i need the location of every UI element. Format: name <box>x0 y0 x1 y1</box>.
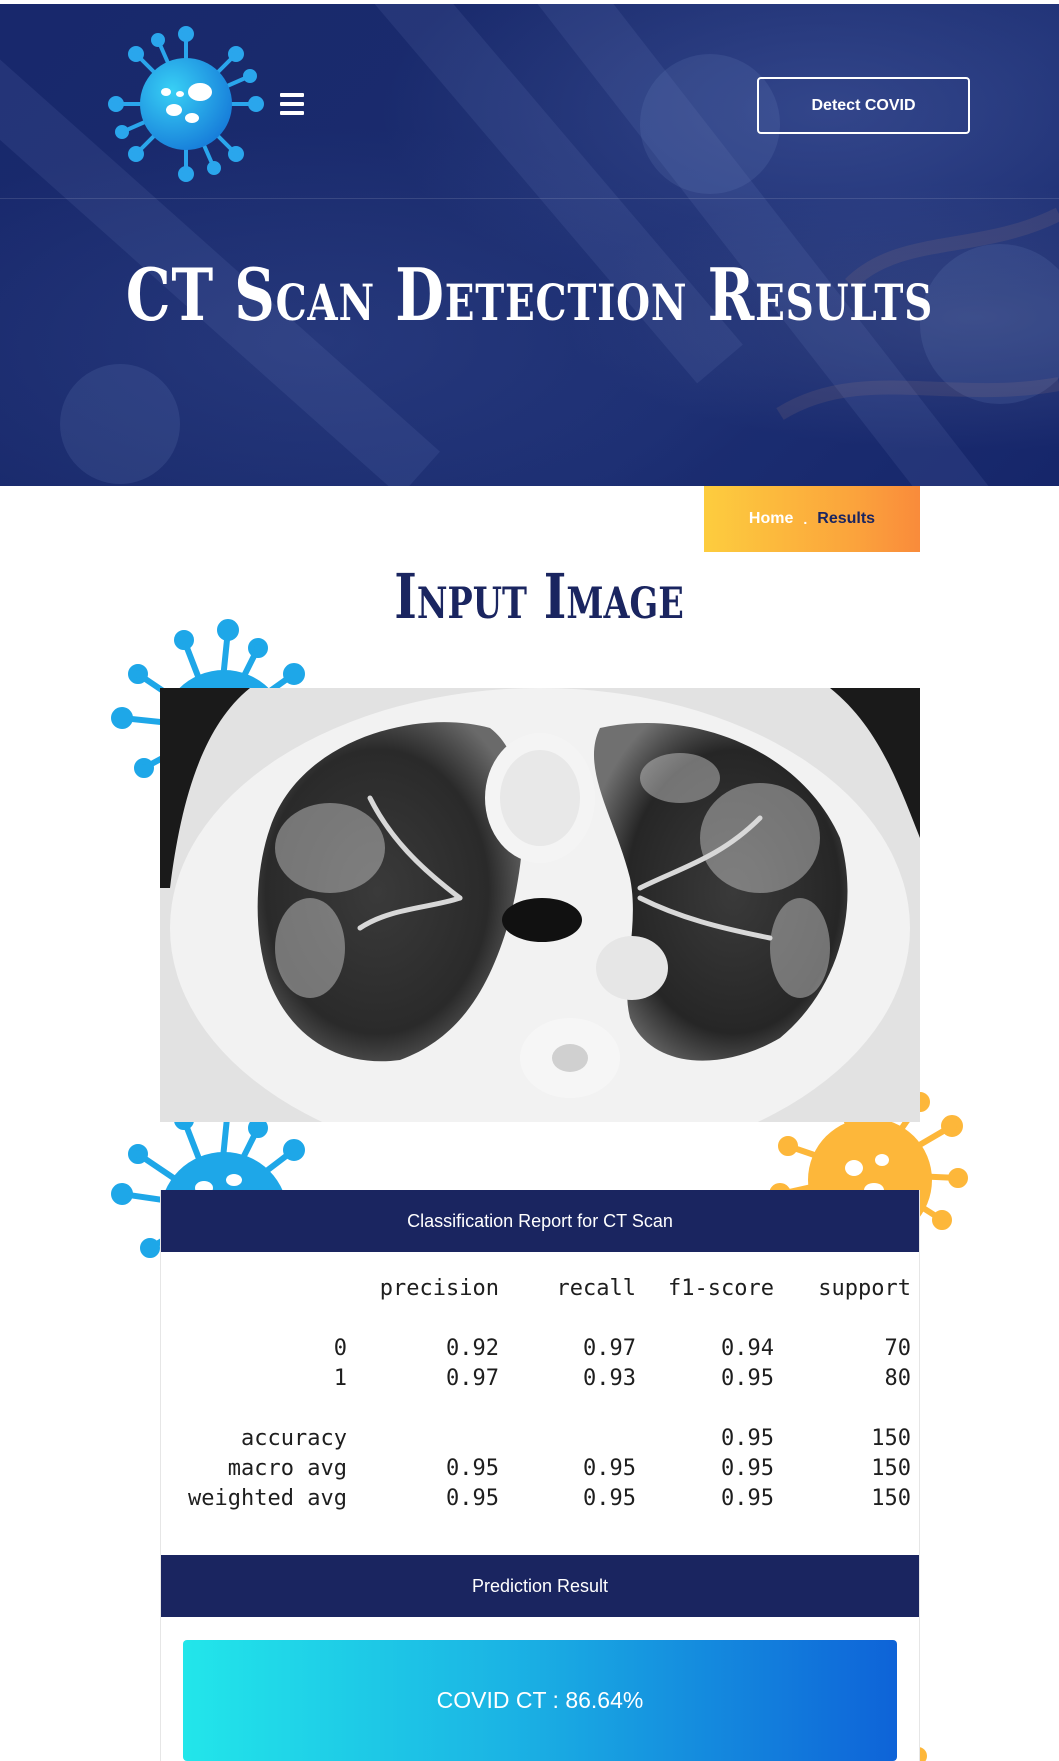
report-cell: 0.92 <box>446 1336 499 1361</box>
report-cell: 70 <box>884 1336 912 1361</box>
report-cell: 0.95 <box>721 1456 774 1481</box>
menu-hamburger-icon[interactable] <box>280 93 304 115</box>
report-row-label: 0 <box>333 1336 347 1361</box>
report-cell: 0.95 <box>446 1456 499 1481</box>
classification-report-table: precision recall f1-score support 0 0.92… <box>161 1252 919 1555</box>
report-column-header: recall <box>556 1276 636 1301</box>
report-column-header: support <box>818 1276 911 1301</box>
report-cell: 150 <box>871 1486 911 1511</box>
report-column-header: f1-score <box>668 1276 774 1301</box>
classification-report-header: Classification Report for CT Scan <box>161 1190 919 1252</box>
page-title: CT Scan Detection Results <box>125 252 934 337</box>
prediction-result-panel: Prediction Result COVID CT : 86.64% <box>160 1555 920 1761</box>
report-cell: 150 <box>871 1426 911 1451</box>
ct-scan-image <box>160 688 920 1122</box>
report-row-label: 1 <box>333 1366 347 1391</box>
topbar-divider <box>0 198 1059 199</box>
report-cell: 0.95 <box>583 1456 636 1481</box>
breadcrumb-separator: . <box>803 511 808 527</box>
report-row-label: macro avg <box>227 1456 347 1481</box>
report-cell: 0.97 <box>446 1366 499 1391</box>
classification-report-panel: Classification Report for CT Scan precis… <box>160 1190 920 1555</box>
report-cell: 80 <box>884 1366 912 1391</box>
breadcrumb-home-link[interactable]: Home <box>749 510 793 528</box>
breadcrumb: Home . Results <box>704 486 920 552</box>
report-cell: 0.95 <box>446 1486 499 1511</box>
report-column-header: precision <box>379 1276 499 1301</box>
report-cell: 0.95 <box>721 1366 774 1391</box>
hero-banner: Detect COVID CT Scan Detection Results <box>0 4 1059 486</box>
prediction-result-header: Prediction Result <box>161 1555 919 1617</box>
report-cell: 0.94 <box>721 1336 774 1361</box>
report-cell: 0.97 <box>583 1336 636 1361</box>
report-cell: 0.93 <box>583 1366 636 1391</box>
report-cell: 0.95 <box>721 1486 774 1511</box>
report-cell: 0.95 <box>583 1486 636 1511</box>
virus-logo[interactable] <box>108 26 264 182</box>
report-cell: 0.95 <box>721 1426 774 1451</box>
report-row-label: accuracy <box>241 1426 347 1451</box>
prediction-result-value: COVID CT : 86.64% <box>183 1640 897 1761</box>
report-row-label: weighted avg <box>188 1486 347 1511</box>
breadcrumb-current: Results <box>817 510 876 527</box>
report-cell: 150 <box>871 1456 911 1481</box>
detect-covid-button[interactable]: Detect COVID <box>757 77 970 134</box>
